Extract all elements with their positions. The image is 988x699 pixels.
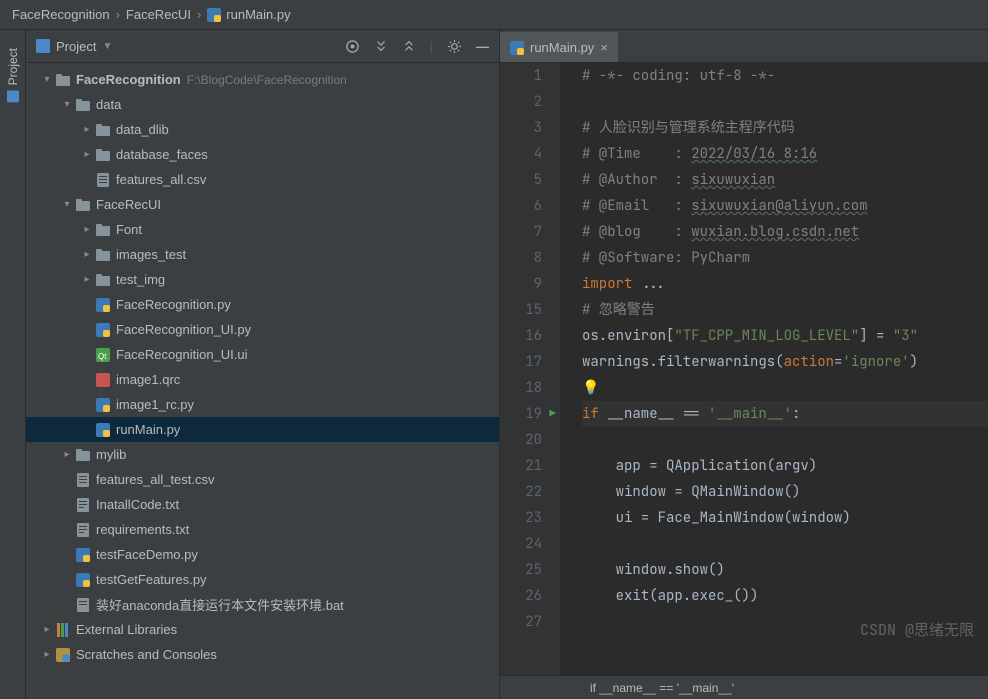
text-file-icon: [74, 523, 92, 537]
hide-icon[interactable]: —: [476, 39, 489, 54]
tree-external-libraries[interactable]: ▸ External Libraries: [26, 617, 499, 642]
expand-all-icon[interactable]: [374, 39, 388, 53]
folder-icon: [74, 99, 92, 111]
python-file-icon: [94, 323, 112, 337]
tree-file-anaconda-bat[interactable]: ▸ 装好anaconda直接运行本文件安装环境.bat: [26, 592, 499, 617]
folder-icon: [94, 274, 112, 286]
breadcrumb-sep-icon: ›: [197, 7, 201, 22]
scratches-icon: [54, 648, 72, 662]
tree-folder-font[interactable]: ▸ Font: [26, 217, 499, 242]
file-icon: [74, 473, 92, 487]
folder-icon: [94, 249, 112, 261]
dropdown-icon[interactable]: ▼: [102, 41, 112, 52]
folder-icon: [54, 74, 72, 86]
project-panel: Project ▼ | —: [26, 30, 500, 699]
python-file-icon: [207, 8, 221, 22]
qrc-file-icon: [94, 373, 112, 387]
tree-file-facerecognition-ui-py[interactable]: ▸ FaceRecognition_UI.py: [26, 317, 499, 342]
tree-file-facerecognition-py[interactable]: ▸ FaceRecognition.py: [26, 292, 499, 317]
run-gutter-icon: 19: [500, 401, 542, 427]
editor-tabs: runMain.py ×: [500, 30, 988, 63]
svg-text:Qt: Qt: [98, 352, 107, 361]
tree-scratches-consoles[interactable]: ▸ Scratches and Consoles: [26, 642, 499, 667]
python-file-icon: [510, 41, 524, 55]
tree-file-runmain-py[interactable]: ▸ runMain.py: [26, 417, 499, 442]
tree-file-requirements-txt[interactable]: ▸ requirements.txt: [26, 517, 499, 542]
breadcrumb-root[interactable]: FaceRecognition: [12, 7, 110, 22]
select-opened-file-icon[interactable]: [345, 39, 360, 54]
intention-bulb-icon[interactable]: 💡: [582, 379, 599, 397]
editor-area: runMain.py × 1 2 3 4 5 6 7 8 9 15 16 17 …: [500, 30, 988, 699]
file-icon: [74, 598, 92, 612]
tree-file-features-csv[interactable]: ▸ features_all.csv: [26, 167, 499, 192]
breadcrumb: FaceRecognition › FaceRecUI › runMain.py: [0, 0, 988, 30]
python-file-icon: [94, 398, 112, 412]
tree-folder-database-faces[interactable]: ▸ database_faces: [26, 142, 499, 167]
tree-file-testgetfeatures-py[interactable]: ▸ testGetFeatures.py: [26, 567, 499, 592]
gear-icon[interactable]: [447, 39, 462, 54]
tab-label: runMain.py: [530, 40, 594, 55]
tree-file-installcode-txt[interactable]: ▸ InatallCode.txt: [26, 492, 499, 517]
qt-ui-file-icon: Qt: [94, 348, 112, 362]
file-icon: [94, 173, 112, 187]
code-editor[interactable]: 1 2 3 4 5 6 7 8 9 15 16 17 18 19 20 21 2…: [500, 63, 988, 675]
tree-file-image1-rc-py[interactable]: ▸ image1_rc.py: [26, 392, 499, 417]
tree-folder-images-test[interactable]: ▸ images_test: [26, 242, 499, 267]
panel-title[interactable]: Project: [56, 39, 96, 54]
project-icon: [36, 39, 50, 53]
text-file-icon: [74, 498, 92, 512]
folder-icon: [94, 149, 112, 161]
folder-icon: [74, 449, 92, 461]
editor-crumbbar[interactable]: if __name__ == '__main__': [500, 675, 988, 699]
folder-icon: [74, 199, 92, 211]
tab-runmain[interactable]: runMain.py ×: [500, 32, 618, 62]
project-tree[interactable]: ▾ FaceRecognition F:\BlogCode\FaceRecogn…: [26, 63, 499, 699]
collapse-all-icon[interactable]: [402, 39, 416, 53]
tree-folder-data-dlib[interactable]: ▸ data_dlib: [26, 117, 499, 142]
project-tool-tab[interactable]: Project: [6, 48, 20, 102]
project-panel-header: Project ▼ | —: [26, 30, 499, 63]
library-icon: [54, 623, 72, 637]
tree-file-features-all-test-csv[interactable]: ▸ features_all_test.csv: [26, 467, 499, 492]
close-tab-icon[interactable]: ×: [600, 40, 608, 55]
python-file-icon: [94, 423, 112, 437]
breadcrumb-file[interactable]: runMain.py: [226, 7, 290, 22]
tree-file-testfacedemo-py[interactable]: ▸ testFaceDemo.py: [26, 542, 499, 567]
tree-root[interactable]: ▾ FaceRecognition F:\BlogCode\FaceRecogn…: [26, 67, 499, 92]
breadcrumb-mid[interactable]: FaceRecUI: [126, 7, 191, 22]
folder-icon: [94, 224, 112, 236]
breadcrumb-sep-icon: ›: [116, 7, 120, 22]
tree-folder-data[interactable]: ▾ data: [26, 92, 499, 117]
python-file-icon: [74, 548, 92, 562]
tree-folder-mylib[interactable]: ▸ mylib: [26, 442, 499, 467]
tree-file-facerecognition-ui-ui[interactable]: ▸ Qt FaceRecognition_UI.ui: [26, 342, 499, 367]
folder-icon: [94, 124, 112, 136]
tree-file-image1-qrc[interactable]: ▸ image1.qrc: [26, 367, 499, 392]
tool-window-strip: Project: [0, 30, 26, 699]
line-number-gutter[interactable]: 1 2 3 4 5 6 7 8 9 15 16 17 18 19 20 21 2…: [500, 63, 560, 675]
python-file-icon: [74, 573, 92, 587]
tree-folder-test-img[interactable]: ▸ test_img: [26, 267, 499, 292]
python-file-icon: [94, 298, 112, 312]
tree-folder-facerecui[interactable]: ▾ FaceRecUI: [26, 192, 499, 217]
